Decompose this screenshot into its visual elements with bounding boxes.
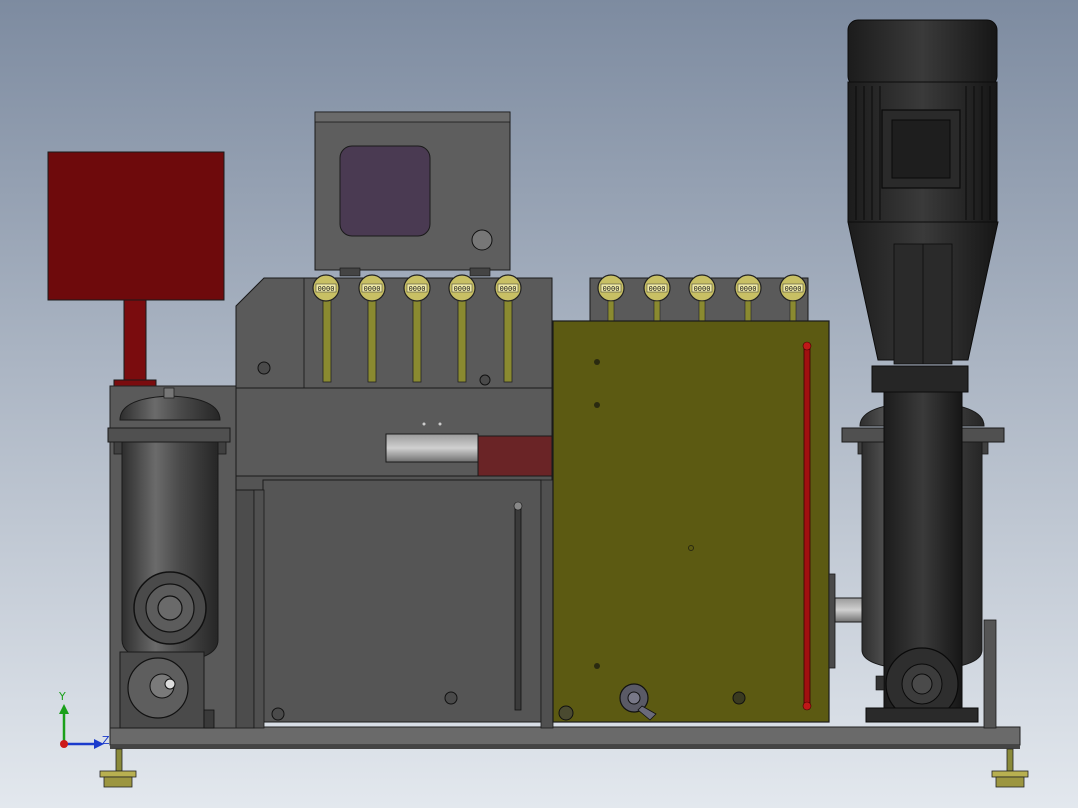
left-small-pump [119,651,215,729]
red-sight-glass [803,343,811,709]
speaker-grille [471,229,493,251]
maroon-duct [477,435,553,479]
gauge-readout: 0000 [785,285,802,293]
axis-z-label: Z [102,734,110,747]
gauge-readout: 0000 [318,285,335,293]
left-pressure-vessel [107,387,231,663]
pump-motor [847,19,998,223]
central-mid-section [235,387,553,491]
gauge-readout: 0000 [364,285,381,293]
control-cabinet [314,111,511,277]
lower-grey-tank [253,479,554,729]
display-window [339,145,431,237]
gauge-readout: 0000 [409,285,426,293]
horizontal-pipe [385,433,479,463]
cad-model-view: 0000 0000 0000 0000 0000 0000 0000 0000 … [0,0,1078,808]
level-sight-glass [514,503,522,711]
gauge-readout: 0000 [694,285,711,293]
olive-tank [552,320,830,723]
gauge-readout: 0000 [500,285,517,293]
gauge-readout: 0000 [649,285,666,293]
gauge-readout: 0000 [603,285,620,293]
gauge-readout: 0000 [454,285,471,293]
axis-y-label: Y [58,690,66,703]
gauge-bank-right: 0000 0000 0000 0000 0000 [589,274,809,323]
gauge-readout: 0000 [740,285,757,293]
